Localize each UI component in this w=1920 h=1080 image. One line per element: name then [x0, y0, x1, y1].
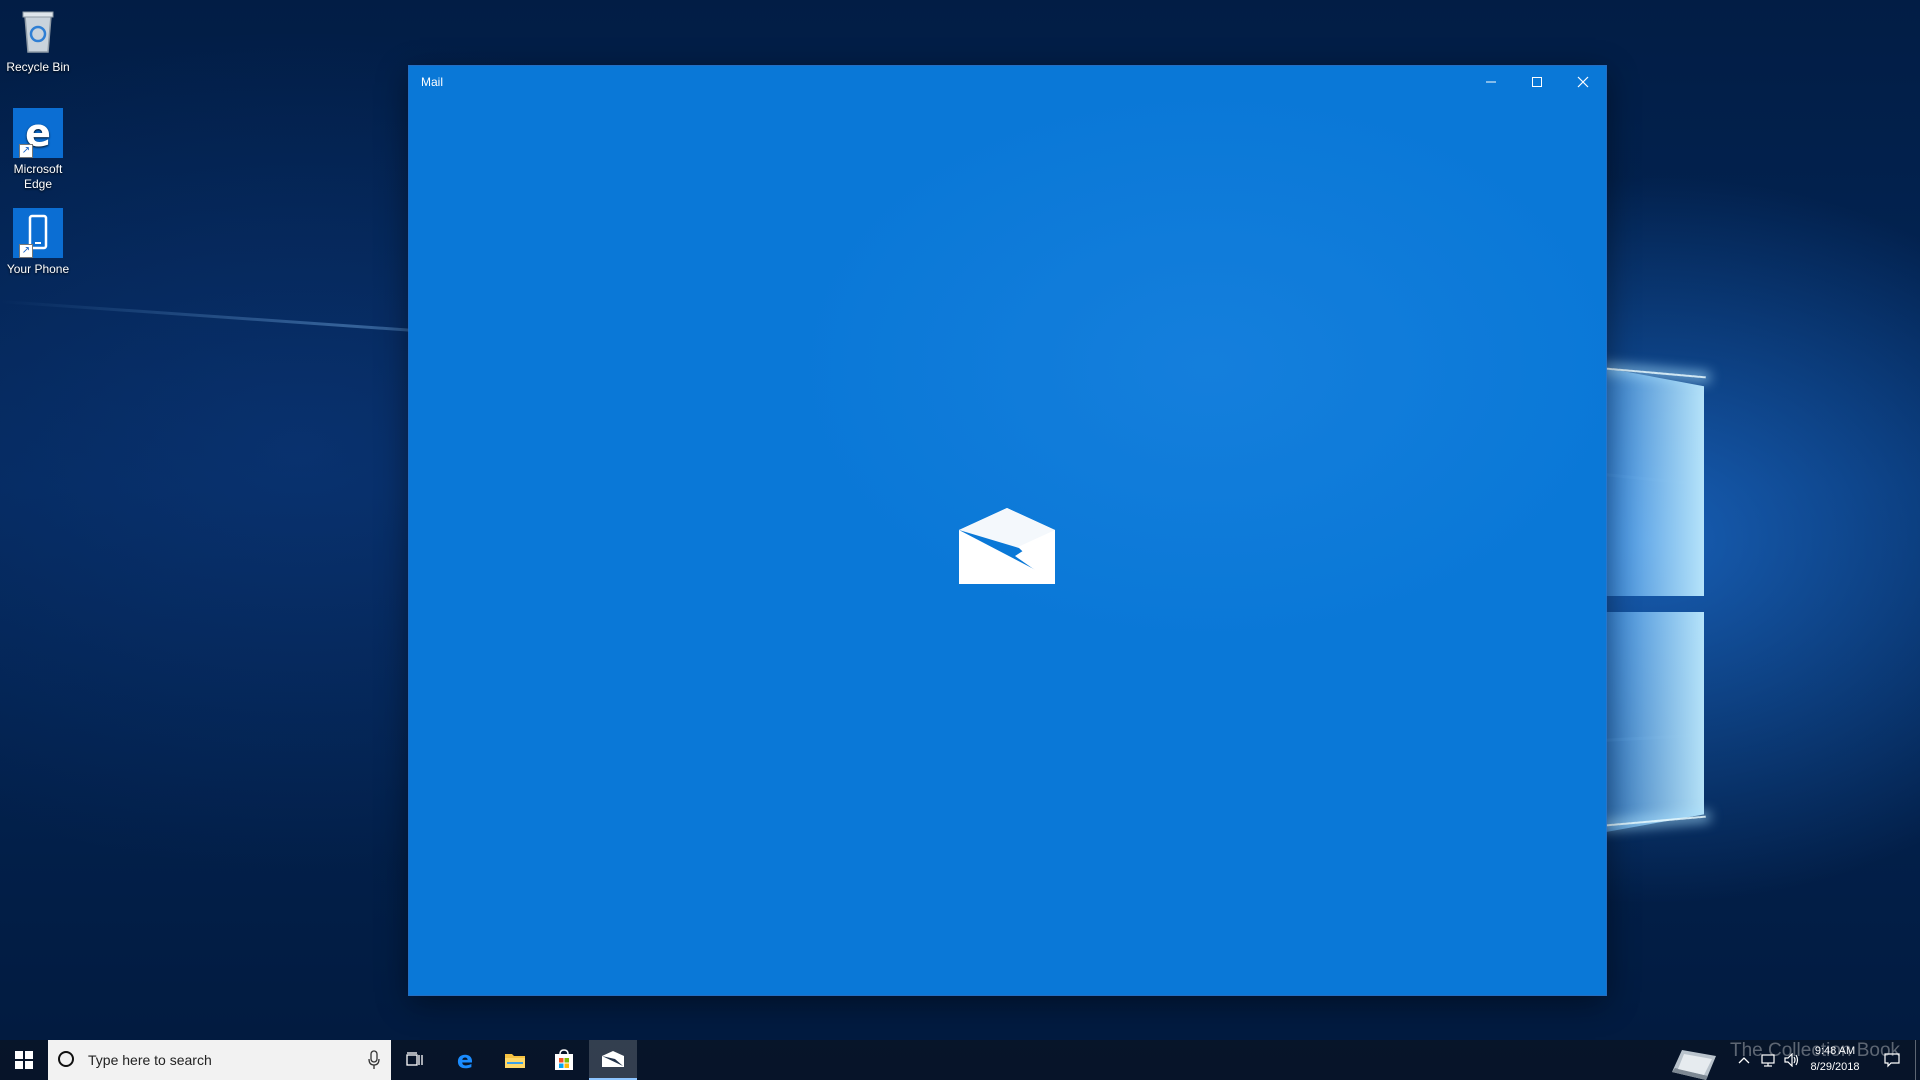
- desktop-background: Recycle Bin e ↗ Microsoft Edge ↗ Your Ph…: [0, 0, 1920, 1080]
- desktop-icon-your-phone[interactable]: ↗ Your Phone: [0, 208, 76, 277]
- svg-text:e: e: [457, 1048, 473, 1072]
- folder-icon: [505, 1054, 525, 1068]
- microphone-icon[interactable]: [367, 1050, 381, 1070]
- title-bar[interactable]: Mail: [409, 66, 1606, 98]
- watermark-text: The Collection Book: [1730, 1040, 1901, 1061]
- window-title: Mail: [421, 75, 444, 89]
- search-box[interactable]: Type here to search: [48, 1040, 391, 1080]
- close-button[interactable]: [1560, 66, 1606, 98]
- windows-start-icon: [15, 1051, 33, 1069]
- edge-icon: e: [457, 1048, 473, 1072]
- envelope-icon: [959, 508, 1055, 584]
- store-icon: [555, 1049, 573, 1070]
- mail-window[interactable]: Mail: [409, 66, 1606, 995]
- maximize-icon: [1532, 77, 1542, 87]
- start-button[interactable]: [0, 1040, 48, 1080]
- close-icon: [1577, 76, 1589, 88]
- cortana-icon: [58, 1051, 74, 1067]
- minimize-icon: [1486, 81, 1496, 83]
- taskbar-mail-button[interactable]: [589, 1040, 637, 1080]
- search-placeholder: Type here to search: [88, 1052, 212, 1068]
- shortcut-arrow-icon: ↗: [19, 244, 33, 258]
- taskbar-file-explorer-button[interactable]: [491, 1040, 539, 1080]
- phone-icon: ↗: [13, 208, 63, 258]
- task-view-icon: [406, 1052, 423, 1066]
- desktop-icon-label: Your Phone: [6, 262, 70, 276]
- recycle-bin-icon: [13, 6, 63, 56]
- taskbar: Type here to search e 9:48 AM 8/29/2018: [0, 1040, 1920, 1080]
- taskbar-store-button[interactable]: [540, 1040, 588, 1080]
- desktop-icon-recycle-bin[interactable]: Recycle Bin: [0, 6, 76, 75]
- desktop-icon-label: Microsoft Edge: [13, 162, 63, 191]
- taskbar-edge-button[interactable]: e: [441, 1040, 489, 1080]
- desktop-icon-microsoft-edge[interactable]: e ↗ Microsoft Edge: [0, 108, 76, 192]
- shortcut-arrow-icon: ↗: [19, 144, 33, 158]
- maximize-button[interactable]: [1514, 66, 1560, 98]
- edge-icon: e ↗: [13, 108, 63, 158]
- mail-icon: [602, 1051, 624, 1067]
- task-view-button[interactable]: [391, 1040, 439, 1080]
- desktop-icon-label: Recycle Bin: [6, 60, 70, 74]
- minimize-button[interactable]: [1468, 66, 1514, 98]
- tray-overlay-icon: [1668, 1042, 1722, 1080]
